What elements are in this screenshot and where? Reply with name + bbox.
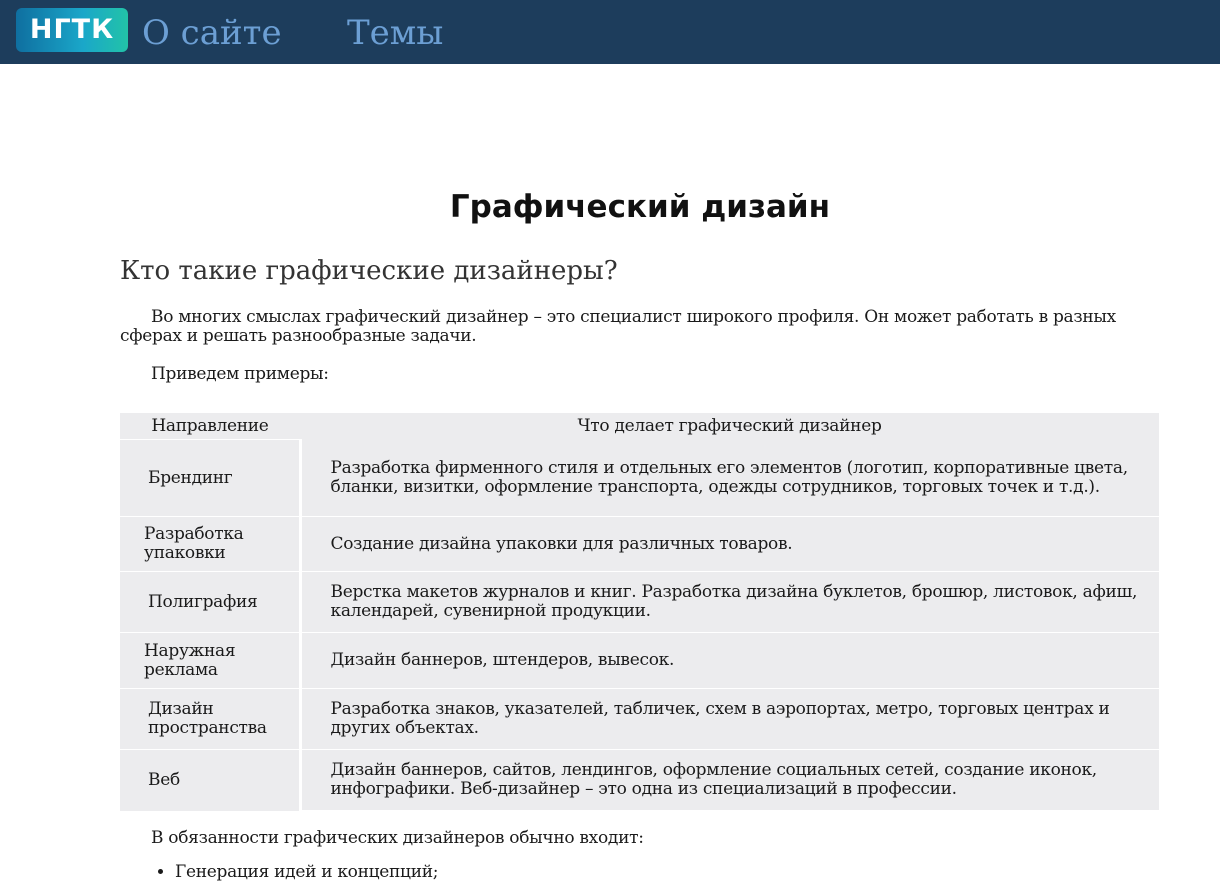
duties-list: Генерация идей и концепций;: [120, 861, 438, 883]
directions-table: Направление Что делает графический дизай…: [120, 413, 1159, 811]
table-row: Наружная реклама Дизайн баннеров, штенде…: [120, 632, 1159, 689]
nav-link-about[interactable]: О сайте: [142, 10, 282, 56]
table-row: Брендинг Разработка фирменного стиля и о…: [120, 439, 1159, 517]
table-row: Дизайн пространства Разработка знаков, у…: [120, 688, 1159, 750]
table-row: Полиграфия Верстка макетов журналов и кн…: [120, 571, 1159, 633]
description-cell: Разработка знаков, указателей, табличек,…: [300, 688, 1159, 750]
direction-cell: Разработка упаковки: [120, 516, 302, 572]
directions-table-container: Направление Что делает графический дизай…: [120, 413, 1159, 811]
page-title: Графический дизайн: [449, 189, 831, 225]
duties-paragraph: В обязанности графических дизайнеров обы…: [151, 828, 644, 848]
description-cell: Верстка макетов журналов и книг. Разрабо…: [300, 571, 1159, 633]
top-navigation-bar: НГТК О сайте Темы: [0, 0, 1220, 64]
nav-link-themes[interactable]: Темы: [347, 10, 443, 56]
description-cell: Дизайн баннеров, штендеров, вывесок.: [300, 632, 1159, 689]
direction-cell: Веб: [120, 749, 302, 811]
direction-cell: Наружная реклама: [120, 632, 302, 689]
table-row: Веб Дизайн баннеров, сайтов, лендингов, …: [120, 749, 1159, 811]
direction-cell: Брендинг: [120, 439, 302, 517]
direction-cell: Полиграфия: [120, 571, 302, 633]
table-header-row: Направление Что делает графический дизай…: [120, 413, 1159, 440]
description-cell: Дизайн баннеров, сайтов, лендингов, офор…: [300, 749, 1159, 811]
description-cell: Разработка фирменного стиля и отдельных …: [300, 439, 1159, 517]
column-header-description: Что делает графический дизайнер: [300, 413, 1159, 440]
site-logo[interactable]: НГТК: [16, 8, 128, 52]
direction-cell: Дизайн пространства: [120, 688, 302, 750]
intro-paragraph: Во многих смыслах графический дизайнер –…: [120, 307, 1116, 346]
description-cell: Создание дизайна упаковки для различных …: [300, 516, 1159, 572]
section-title: Кто такие графические дизайнеры?: [120, 256, 618, 286]
examples-paragraph: Приведем примеры:: [151, 364, 329, 384]
table-row: Разработка упаковки Создание дизайна упа…: [120, 516, 1159, 572]
column-header-direction: Направление: [120, 413, 300, 440]
list-item: Генерация идей и концепций;: [175, 861, 438, 883]
